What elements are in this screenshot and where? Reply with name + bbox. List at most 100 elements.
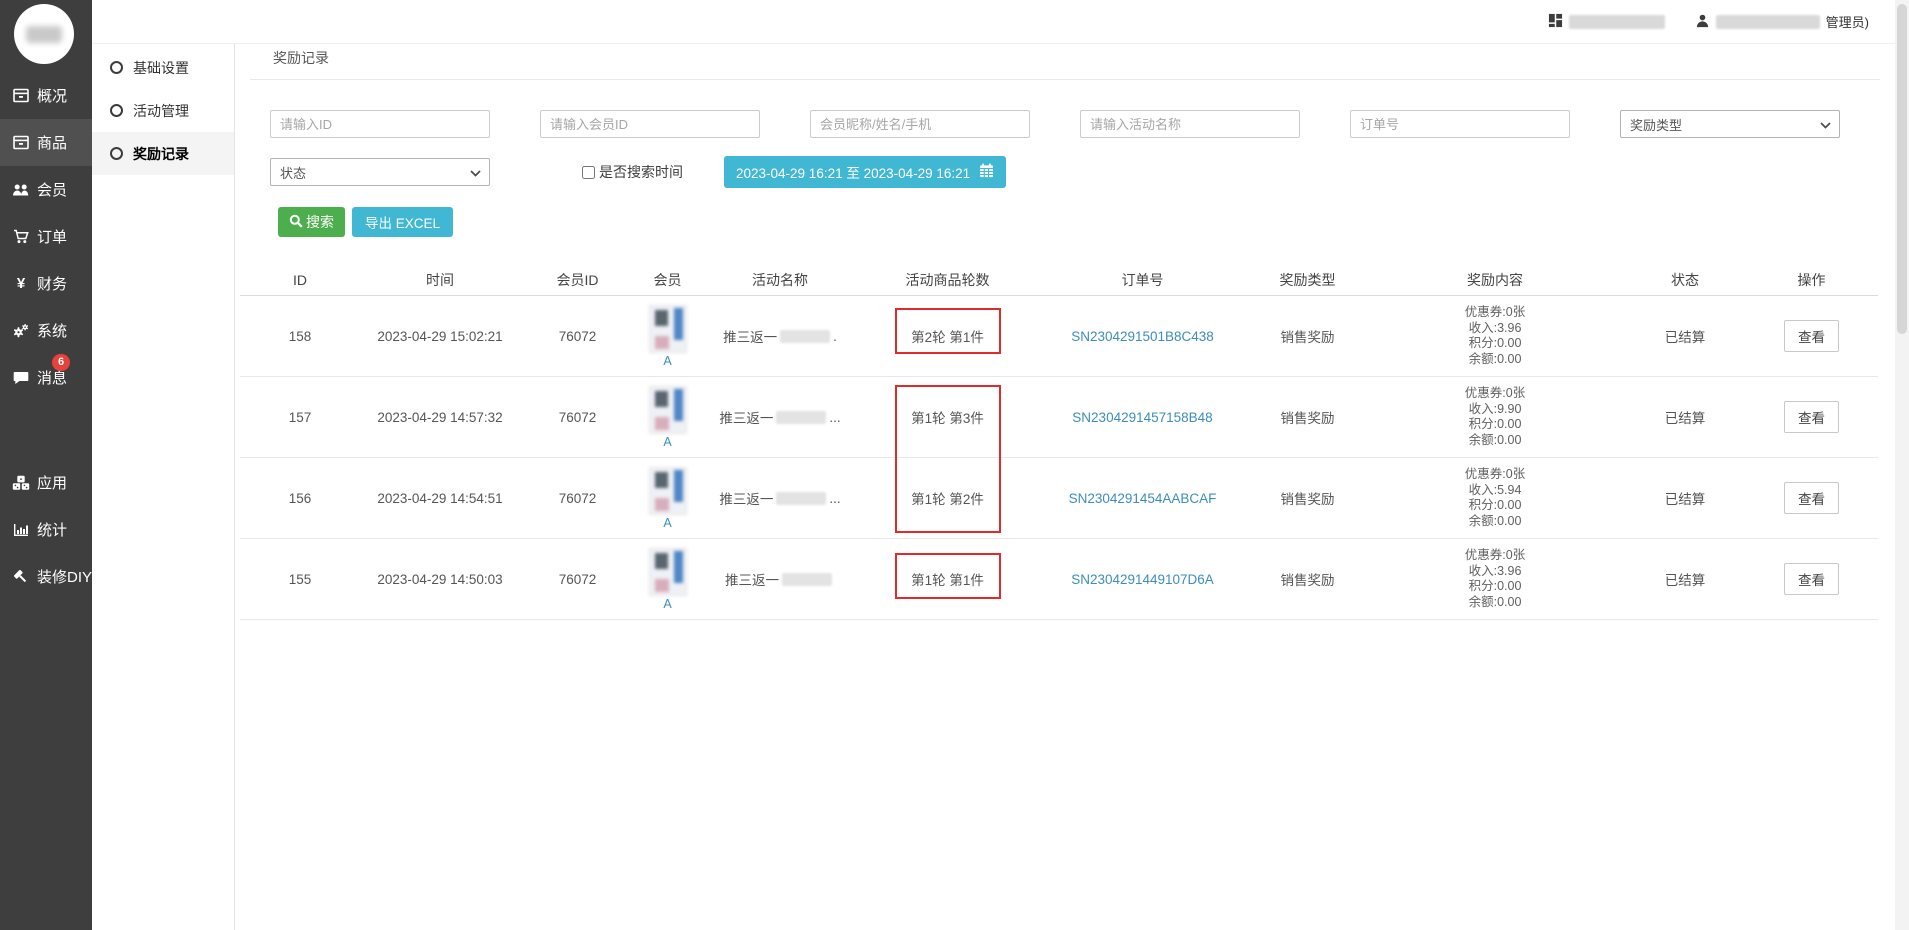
submenu-item-label: 活动管理 — [133, 101, 189, 121]
date-range-button[interactable]: 2023-04-29 16:21 至 2023-04-29 16:21 — [724, 156, 1006, 188]
circle-icon — [110, 61, 123, 74]
shop-switcher[interactable] — [1548, 13, 1665, 31]
col-member-id: 会员ID — [520, 265, 635, 296]
sidebar-item-stats[interactable]: 统计 — [0, 506, 92, 553]
message-count-badge: 6 — [52, 354, 70, 371]
page-title: 奖励记录 — [273, 48, 329, 68]
table-row: 158 2023-04-29 15:02:21 76072 A 推三返一. 第2… — [240, 296, 1878, 377]
search-time-label: 是否搜索时间 — [599, 162, 683, 182]
col-id: ID — [240, 265, 360, 296]
user-menu[interactable]: 管理员) — [1695, 12, 1869, 31]
member-avatar: A — [635, 305, 700, 368]
reward-type-select[interactable]: 奖励类型 — [1620, 110, 1840, 138]
cell-time: 2023-04-29 14:57:32 — [360, 377, 520, 458]
redacted-shop-name — [1569, 15, 1665, 29]
redacted-member-photo — [649, 467, 687, 515]
order-link[interactable]: SN2304291449107D6A — [1071, 572, 1214, 587]
sidebar-item-label: 统计 — [37, 519, 67, 540]
app-window: 概况 商品 会员 订单 ¥ 财务 — [0, 0, 1909, 930]
member-id-input[interactable] — [540, 110, 760, 138]
cell-rounds: 第2轮 第1件 — [911, 330, 984, 345]
cell-member-id: 76072 — [520, 377, 635, 458]
sidebar-item-members[interactable]: 会员 — [0, 166, 92, 213]
search-time-checkbox[interactable] — [582, 166, 595, 179]
status-select[interactable]: 状态 — [270, 158, 490, 186]
redacted-activity-part — [782, 573, 832, 586]
search-time-option: 是否搜索时间 — [582, 158, 683, 186]
table-row: 156 2023-04-29 14:54:51 76072 A 推三返一... … — [240, 458, 1878, 539]
submenu-item-activity-management[interactable]: 活动管理 — [92, 89, 234, 132]
chevron-down-icon — [1820, 117, 1831, 132]
view-button[interactable]: 查看 — [1784, 482, 1839, 514]
submenu-item-reward-records[interactable]: 奖励记录 — [92, 132, 234, 175]
cell-time: 2023-04-29 14:54:51 — [360, 458, 520, 539]
sidebar-item-apps[interactable]: 应用 — [0, 459, 92, 506]
members-icon — [12, 182, 30, 198]
sidebar-item-finance[interactable]: ¥ 财务 — [0, 260, 92, 307]
nickname-input[interactable] — [810, 110, 1030, 138]
cubes-icon — [12, 475, 30, 491]
sidebar-item-label: 订单 — [37, 226, 67, 247]
grid-icon — [1548, 13, 1563, 31]
cell-rounds: 第1轮 第3件 — [911, 411, 984, 426]
topbar: 管理员) — [92, 0, 1895, 44]
goods-icon — [12, 135, 30, 151]
sidebar-item-decorate-diy[interactable]: 装修DIY — [0, 553, 92, 600]
order-no-input[interactable] — [1350, 110, 1570, 138]
search-button-label: 搜索 — [306, 212, 334, 232]
sidebar-item-label: 系统 — [37, 320, 67, 341]
search-button[interactable]: 搜索 — [278, 207, 345, 237]
activity-name-input[interactable] — [1080, 110, 1300, 138]
redacted-activity-part — [776, 411, 826, 424]
order-link[interactable]: SN2304291501B8C438 — [1071, 329, 1214, 344]
sidebar-item-goods[interactable]: 商品 — [0, 119, 92, 166]
results-table: ID 时间 会员ID 会员 活动名称 活动商品轮数 订单号 奖励类型 奖励内容 … — [240, 265, 1878, 620]
main-sidebar: 概况 商品 会员 订单 ¥ 财务 — [0, 0, 92, 930]
cell-member-id: 76072 — [520, 296, 635, 377]
scrollbar[interactable] — [1895, 0, 1909, 930]
view-button[interactable]: 查看 — [1784, 401, 1839, 433]
member-avatar: A — [635, 467, 700, 530]
member-letter: A — [663, 516, 671, 530]
col-actions: 操作 — [1745, 265, 1878, 296]
scrollbar-thumb[interactable] — [1897, 4, 1907, 334]
cell-id: 155 — [240, 539, 360, 620]
export-excel-button[interactable]: 导出 EXCEL — [352, 207, 453, 237]
sidebar-item-messages[interactable]: 消息 6 — [0, 354, 92, 401]
sidebar-item-overview[interactable]: 概况 — [0, 72, 92, 119]
submenu-item-label: 奖励记录 — [133, 144, 189, 164]
view-button[interactable]: 查看 — [1784, 320, 1839, 352]
sidebar-item-label: 商品 — [37, 132, 67, 153]
sidebar-item-label: 概况 — [37, 85, 67, 106]
col-activity-name: 活动名称 — [700, 265, 860, 296]
col-member: 会员 — [635, 265, 700, 296]
chevron-down-icon — [470, 165, 481, 180]
hammer-icon — [12, 569, 30, 585]
view-button[interactable]: 查看 — [1784, 563, 1839, 595]
order-link[interactable]: SN2304291454AABCAF — [1069, 491, 1217, 506]
col-time: 时间 — [360, 265, 520, 296]
export-button-label: 导出 EXCEL — [365, 212, 440, 232]
cell-rounds: 第1轮 第2件 — [911, 492, 984, 507]
chat-icon — [12, 370, 30, 386]
sidebar-item-orders[interactable]: 订单 — [0, 213, 92, 260]
id-input[interactable] — [270, 110, 490, 138]
submenu-item-label: 基础设置 — [133, 58, 189, 78]
circle-icon — [110, 104, 123, 117]
cell-id: 158 — [240, 296, 360, 377]
table-row: 155 2023-04-29 14:50:03 76072 A 推三返一 第1轮… — [240, 539, 1878, 620]
sidebar-item-system[interactable]: 系统 — [0, 307, 92, 354]
order-link[interactable]: SN2304291457158B48 — [1072, 410, 1212, 425]
calendar-icon — [979, 163, 994, 181]
cell-activity-name: 推三返一. — [723, 326, 837, 346]
member-letter: A — [663, 354, 671, 368]
cell-status: 已结算 — [1625, 377, 1745, 458]
member-avatar: A — [635, 386, 700, 449]
overview-icon — [12, 88, 30, 104]
date-range-text: 2023-04-29 16:21 至 2023-04-29 16:21 — [736, 162, 970, 182]
search-icon — [289, 214, 303, 231]
shop-avatar[interactable] — [14, 4, 74, 64]
table-header-row: ID 时间 会员ID 会员 活动名称 活动商品轮数 订单号 奖励类型 奖励内容 … — [240, 265, 1878, 296]
submenu-item-basic-settings[interactable]: 基础设置 — [92, 46, 234, 89]
cell-id: 156 — [240, 458, 360, 539]
